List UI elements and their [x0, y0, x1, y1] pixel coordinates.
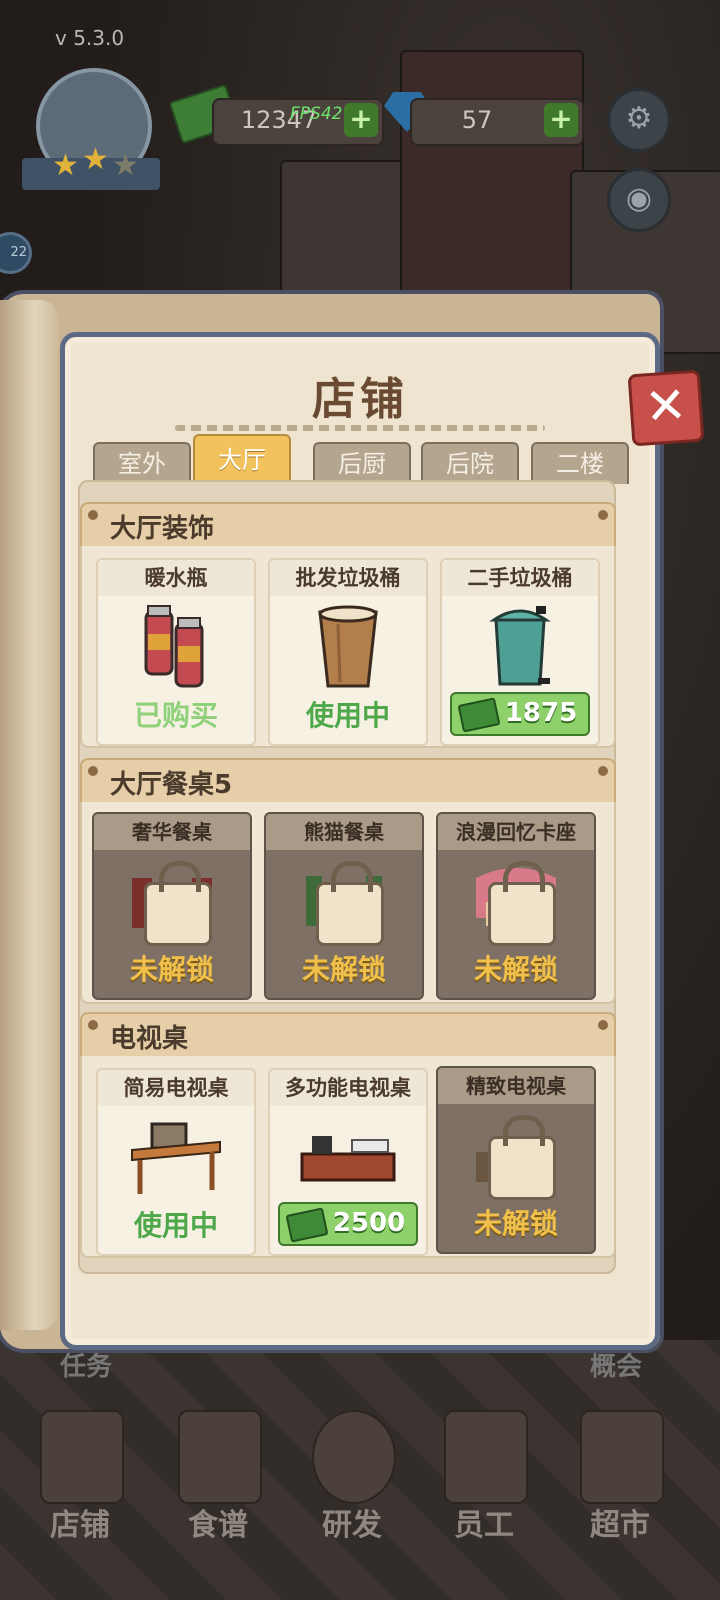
staff-icon — [444, 1410, 528, 1504]
book-spine — [0, 300, 58, 1330]
section-title: 大厅装饰 — [110, 514, 215, 544]
star-icon: ★ — [52, 148, 79, 183]
lock-icon — [488, 861, 556, 946]
nav-supermarket[interactable]: 超市 — [560, 1400, 680, 1560]
buy-button[interactable]: 1875 — [450, 692, 590, 736]
section-header: 大厅餐桌5 — [80, 758, 616, 806]
restaurant-badge[interactable]: ★ ★ ★ — [22, 62, 160, 192]
item-name: 奢华餐桌 — [94, 814, 250, 850]
section-title: 大厅餐桌5 — [110, 770, 233, 800]
gem-counter: 57 + — [410, 98, 584, 146]
tab-kitchen[interactable]: 后厨 — [313, 442, 411, 484]
status-locked: 未解锁 — [473, 953, 558, 986]
lock-icon — [144, 861, 212, 946]
tab-hall[interactable]: 大厅 — [193, 434, 291, 484]
item-name: 简易电视桌 — [98, 1070, 254, 1106]
item-card-simple-tv-stand[interactable]: 简易电视桌 使用中 — [96, 1068, 256, 1256]
tab-bar: 室外 大厅 后厨 后院 二楼 — [93, 434, 633, 484]
cash-icon — [285, 1207, 329, 1243]
nav-label: 员工 — [454, 1508, 514, 1543]
item-card-fine-tv-stand[interactable]: 精致电视桌 未解锁 — [436, 1066, 596, 1254]
pot-icon — [312, 1410, 396, 1504]
nav-recipes[interactable]: 食谱 — [158, 1400, 278, 1560]
item-name: 浪漫回忆卡座 — [438, 814, 594, 850]
title-underline — [175, 425, 545, 431]
add-gems-button[interactable]: + — [544, 103, 578, 137]
buy-button[interactable]: 2500 — [278, 1202, 418, 1246]
gear-icon[interactable]: ⚙ — [607, 88, 671, 152]
camera-icon[interactable]: ◉ — [607, 168, 671, 232]
status-locked: 未解锁 — [129, 953, 214, 986]
item-card-panda-table[interactable]: 熊猫餐桌 未解锁 — [264, 812, 424, 1000]
item-card-wholesale-bin[interactable]: 批发垃圾桶 使用中 — [268, 558, 428, 746]
nav-label: 研发 — [322, 1508, 382, 1543]
cash-icon — [457, 697, 501, 733]
panel-title: 店铺 — [312, 374, 408, 425]
item-name: 精致电视桌 — [438, 1068, 594, 1104]
pedal-bin-icon — [489, 606, 551, 686]
section-header: 大厅装饰 — [80, 502, 616, 550]
item-card-secondhand-bin[interactable]: 二手垃圾桶 1875 — [440, 558, 600, 746]
status-in-use: 使用中 — [133, 1209, 218, 1242]
multi-tv-stand-icon — [300, 1136, 396, 1182]
tab-second-floor[interactable]: 二楼 — [531, 442, 629, 484]
status-purchased: 已购买 — [133, 699, 218, 732]
item-name: 暖水瓶 — [98, 560, 254, 596]
gem-value: 57 — [461, 106, 493, 134]
status-locked: 未解锁 — [473, 1207, 558, 1240]
section-header: 电视桌 — [80, 1012, 616, 1060]
star-icon: ★ — [112, 148, 139, 183]
nav-staff[interactable]: 员工 — [424, 1400, 544, 1560]
bottom-nav: 店铺 食谱 研发 员工 超市 — [0, 1400, 720, 1600]
add-cash-button[interactable]: + — [344, 103, 378, 137]
fps-counter: FPS42 — [290, 104, 343, 124]
item-name: 批发垃圾桶 — [270, 560, 426, 596]
price-value: 2500 — [332, 1208, 406, 1238]
trash-bin-icon — [318, 605, 378, 688]
supermarket-icon — [580, 1410, 664, 1504]
item-card-thermos[interactable]: 暖水瓶 已购买 — [96, 558, 256, 746]
section-title: 电视桌 — [110, 1024, 189, 1054]
tab-outdoor[interactable]: 室外 — [93, 442, 191, 484]
lock-icon — [488, 1115, 556, 1200]
nav-research[interactable]: 研发 — [292, 1400, 412, 1560]
shop-icon — [40, 1410, 124, 1504]
item-card-luxury-table[interactable]: 奢华餐桌 未解锁 — [92, 812, 252, 1000]
item-card-romantic-booth[interactable]: 浪漫回忆卡座 未解锁 — [436, 812, 596, 1000]
item-name: 二手垃圾桶 — [442, 560, 598, 596]
item-card-multi-tv-stand[interactable]: 多功能电视桌 2500 — [268, 1068, 428, 1256]
nav-label: 店铺 — [50, 1508, 110, 1543]
status-locked: 未解锁 — [301, 953, 386, 986]
lock-icon — [316, 861, 384, 946]
tab-backyard[interactable]: 后院 — [421, 442, 519, 484]
thermos-icon — [144, 605, 204, 688]
nav-label: 超市 — [590, 1508, 650, 1543]
version-label: v 5.3.0 — [55, 26, 125, 50]
nav-label: 食谱 — [188, 1508, 248, 1543]
item-name: 熊猫餐桌 — [266, 814, 422, 850]
nav-shop[interactable]: 店铺 — [20, 1400, 140, 1560]
status-in-use: 使用中 — [305, 699, 390, 732]
tv-stand-icon — [131, 1122, 221, 1194]
recipe-book-icon — [178, 1410, 262, 1504]
close-icon[interactable]: ✕ — [627, 369, 705, 447]
price-value: 1875 — [504, 698, 578, 728]
star-icon: ★ — [82, 142, 109, 177]
item-name: 多功能电视桌 — [270, 1070, 426, 1106]
shelf — [400, 50, 584, 314]
